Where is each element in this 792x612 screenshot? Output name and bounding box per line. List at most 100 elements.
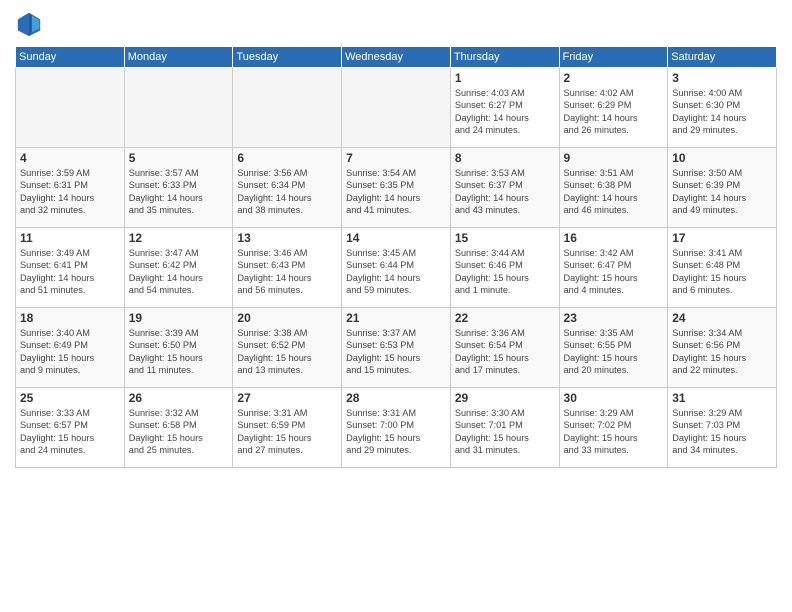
day-number: 7 [346, 151, 446, 165]
calendar-cell: 2 Sunrise: 4:02 AM Sunset: 6:29 PM Daylig… [559, 68, 668, 148]
day-info: Sunrise: 3:30 AM Sunset: 7:01 PM Dayligh… [455, 407, 555, 457]
day-info: Sunrise: 4:00 AM Sunset: 6:30 PM Dayligh… [672, 87, 772, 137]
calendar-cell: 20 Sunrise: 3:38 AM Sunset: 6:52 PM Dayli… [233, 308, 342, 388]
calendar-cell: 3 Sunrise: 4:00 AM Sunset: 6:30 PM Daylig… [668, 68, 777, 148]
day-info: Sunrise: 3:29 AM Sunset: 7:03 PM Dayligh… [672, 407, 772, 457]
day-number: 24 [672, 311, 772, 325]
calendar-week-row-1: 1Sunrise: 4:03 AM Sunset: 6:27 PM Daylig… [16, 68, 777, 148]
calendar-cell: 21 Sunrise: 3:37 AM Sunset: 6:53 PM Dayli… [342, 308, 451, 388]
calendar-cell [16, 68, 125, 148]
day-info: Sunrise: 3:45 AM Sunset: 6:44 PM Dayligh… [346, 247, 446, 297]
calendar-cell: 28 Sunrise: 3:31 AM Sunset: 7:00 PM Dayli… [342, 388, 451, 468]
calendar-cell: 16 Sunrise: 3:42 AM Sunset: 6:47 PM Dayli… [559, 228, 668, 308]
calendar-cell: 26 Sunrise: 3:32 AM Sunset: 6:58 PM Dayli… [124, 388, 233, 468]
day-number: 23 [564, 311, 664, 325]
day-number: 21 [346, 311, 446, 325]
day-number: 18 [20, 311, 120, 325]
weekday-header-row: SundayMondayTuesdayWednesdayThursdayFrid… [16, 47, 777, 68]
calendar-cell: 17Sunrise: 3:41 AM Sunset: 6:48 PM Dayli… [668, 228, 777, 308]
calendar-week-row-5: 25 Sunrise: 3:33 AM Sunset: 6:57 PM Dayli… [16, 388, 777, 468]
day-info: Sunrise: 3:50 AM Sunset: 6:39 PM Dayligh… [672, 167, 772, 217]
day-number: 12 [129, 231, 229, 245]
calendar-cell: 1Sunrise: 4:03 AM Sunset: 6:27 PM Daylig… [450, 68, 559, 148]
day-number: 20 [237, 311, 337, 325]
day-info: Sunrise: 3:38 AM Sunset: 6:52 PM Dayligh… [237, 327, 337, 377]
day-number: 16 [564, 231, 664, 245]
day-info: Sunrise: 3:37 AM Sunset: 6:53 PM Dayligh… [346, 327, 446, 377]
day-info: Sunrise: 3:46 AM Sunset: 6:43 PM Dayligh… [237, 247, 337, 297]
day-number: 10 [672, 151, 772, 165]
weekday-header-tuesday: Tuesday [233, 47, 342, 68]
calendar-cell: 29 Sunrise: 3:30 AM Sunset: 7:01 PM Dayli… [450, 388, 559, 468]
day-number: 14 [346, 231, 446, 245]
day-number: 31 [672, 391, 772, 405]
day-info: Sunrise: 3:34 AM Sunset: 6:56 PM Dayligh… [672, 327, 772, 377]
day-info: Sunrise: 3:54 AM Sunset: 6:35 PM Dayligh… [346, 167, 446, 217]
day-number: 11 [20, 231, 120, 245]
calendar-cell: 8 Sunrise: 3:53 AM Sunset: 6:37 PM Daylig… [450, 148, 559, 228]
logo [15, 10, 47, 38]
day-info: Sunrise: 4:02 AM Sunset: 6:29 PM Dayligh… [564, 87, 664, 137]
calendar-cell: 11 Sunrise: 3:49 AM Sunset: 6:41 PM Dayli… [16, 228, 125, 308]
day-info: Sunrise: 3:36 AM Sunset: 6:54 PM Dayligh… [455, 327, 555, 377]
weekday-header-friday: Friday [559, 47, 668, 68]
calendar-cell: 23Sunrise: 3:35 AM Sunset: 6:55 PM Dayli… [559, 308, 668, 388]
day-number: 8 [455, 151, 555, 165]
calendar-cell [124, 68, 233, 148]
day-number: 6 [237, 151, 337, 165]
day-number: 26 [129, 391, 229, 405]
day-info: Sunrise: 3:59 AM Sunset: 6:31 PM Dayligh… [20, 167, 120, 217]
day-info: Sunrise: 3:47 AM Sunset: 6:42 PM Dayligh… [129, 247, 229, 297]
day-number: 2 [564, 71, 664, 85]
weekday-header-sunday: Sunday [16, 47, 125, 68]
weekday-header-monday: Monday [124, 47, 233, 68]
day-number: 30 [564, 391, 664, 405]
day-number: 5 [129, 151, 229, 165]
weekday-header-saturday: Saturday [668, 47, 777, 68]
calendar-cell: 9 Sunrise: 3:51 AM Sunset: 6:38 PM Daylig… [559, 148, 668, 228]
calendar-cell: 27 Sunrise: 3:31 AM Sunset: 6:59 PM Dayli… [233, 388, 342, 468]
day-info: Sunrise: 3:39 AM Sunset: 6:50 PM Dayligh… [129, 327, 229, 377]
day-number: 4 [20, 151, 120, 165]
header [15, 10, 777, 38]
day-info: Sunrise: 3:42 AM Sunset: 6:47 PM Dayligh… [564, 247, 664, 297]
calendar-cell: 18 Sunrise: 3:40 AM Sunset: 6:49 PM Dayli… [16, 308, 125, 388]
day-info: Sunrise: 3:31 AM Sunset: 7:00 PM Dayligh… [346, 407, 446, 457]
page: SundayMondayTuesdayWednesdayThursdayFrid… [0, 0, 792, 612]
calendar-week-row-4: 18 Sunrise: 3:40 AM Sunset: 6:49 PM Dayli… [16, 308, 777, 388]
calendar-cell: 31 Sunrise: 3:29 AM Sunset: 7:03 PM Dayli… [668, 388, 777, 468]
calendar-cell: 7 Sunrise: 3:54 AM Sunset: 6:35 PM Daylig… [342, 148, 451, 228]
calendar-cell: 30Sunrise: 3:29 AM Sunset: 7:02 PM Dayli… [559, 388, 668, 468]
calendar-cell [233, 68, 342, 148]
day-info: Sunrise: 3:40 AM Sunset: 6:49 PM Dayligh… [20, 327, 120, 377]
day-number: 27 [237, 391, 337, 405]
calendar-week-row-3: 11 Sunrise: 3:49 AM Sunset: 6:41 PM Dayli… [16, 228, 777, 308]
calendar-cell: 10 Sunrise: 3:50 AM Sunset: 6:39 PM Dayli… [668, 148, 777, 228]
day-info: Sunrise: 3:31 AM Sunset: 6:59 PM Dayligh… [237, 407, 337, 457]
calendar-cell: 19 Sunrise: 3:39 AM Sunset: 6:50 PM Dayli… [124, 308, 233, 388]
day-number: 15 [455, 231, 555, 245]
calendar-cell: 15Sunrise: 3:44 AM Sunset: 6:46 PM Dayli… [450, 228, 559, 308]
calendar: SundayMondayTuesdayWednesdayThursdayFrid… [15, 46, 777, 468]
day-number: 9 [564, 151, 664, 165]
day-number: 25 [20, 391, 120, 405]
day-info: Sunrise: 3:32 AM Sunset: 6:58 PM Dayligh… [129, 407, 229, 457]
day-number: 13 [237, 231, 337, 245]
day-number: 3 [672, 71, 772, 85]
day-info: Sunrise: 3:33 AM Sunset: 6:57 PM Dayligh… [20, 407, 120, 457]
calendar-cell: 14 Sunrise: 3:45 AM Sunset: 6:44 PM Dayli… [342, 228, 451, 308]
day-number: 17 [672, 231, 772, 245]
day-number: 1 [455, 71, 555, 85]
weekday-header-wednesday: Wednesday [342, 47, 451, 68]
calendar-cell: 25 Sunrise: 3:33 AM Sunset: 6:57 PM Dayli… [16, 388, 125, 468]
day-number: 19 [129, 311, 229, 325]
calendar-cell [342, 68, 451, 148]
day-info: Sunrise: 3:53 AM Sunset: 6:37 PM Dayligh… [455, 167, 555, 217]
calendar-cell: 6 Sunrise: 3:56 AM Sunset: 6:34 PM Daylig… [233, 148, 342, 228]
calendar-cell: 24 Sunrise: 3:34 AM Sunset: 6:56 PM Dayli… [668, 308, 777, 388]
day-info: Sunrise: 3:51 AM Sunset: 6:38 PM Dayligh… [564, 167, 664, 217]
day-info: Sunrise: 3:56 AM Sunset: 6:34 PM Dayligh… [237, 167, 337, 217]
day-number: 29 [455, 391, 555, 405]
day-info: Sunrise: 3:49 AM Sunset: 6:41 PM Dayligh… [20, 247, 120, 297]
day-number: 28 [346, 391, 446, 405]
